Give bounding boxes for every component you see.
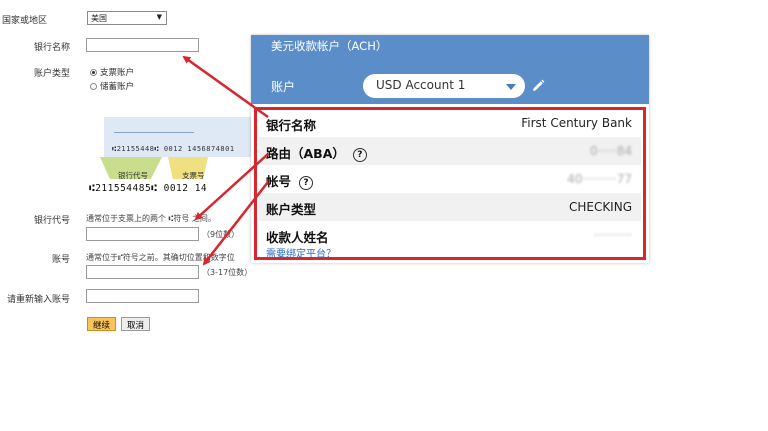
arrow-bank-name [182,55,269,119]
arrow-account [202,181,269,266]
annotation-arrows [182,55,269,266]
arrow-routing [194,153,269,221]
